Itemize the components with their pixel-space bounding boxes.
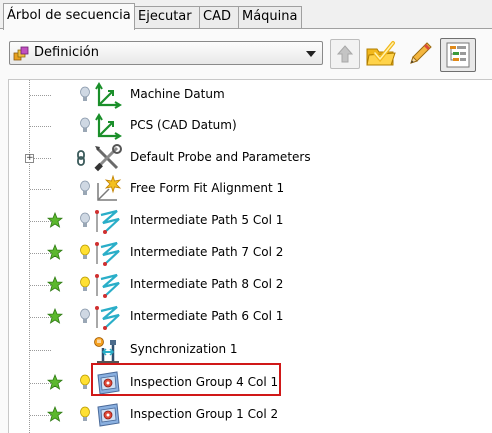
path-icon bbox=[95, 241, 120, 266]
tree-item-label: Intermediate Path 7 Col 2 bbox=[130, 245, 284, 259]
star-icon bbox=[47, 374, 63, 390]
open-folder-button[interactable] bbox=[365, 39, 396, 69]
tree-item-intermediate-path-6-col-1[interactable]: Intermediate Path 6 Col 1 bbox=[9, 302, 492, 333]
lightbulb-on-icon[interactable] bbox=[79, 374, 91, 392]
path-icon bbox=[95, 209, 120, 234]
lightbulb-icon[interactable] bbox=[79, 117, 91, 135]
tree-item-intermediate-path-5-col-1[interactable]: Intermediate Path 5 Col 1 bbox=[9, 206, 492, 237]
tree-item-label: Free Form Fit Alignment 1 bbox=[130, 181, 285, 195]
lightbulb-on-icon[interactable] bbox=[79, 244, 91, 262]
tree-item-label: Intermediate Path 5 Col 1 bbox=[130, 213, 284, 227]
star-icon bbox=[47, 244, 63, 260]
sequence-tree[interactable]: Machine Datum PCS (CAD Datum) + Default … bbox=[8, 79, 492, 433]
star-icon bbox=[47, 276, 63, 292]
definition-icon bbox=[13, 46, 29, 61]
lightbulb-on-icon[interactable] bbox=[79, 406, 91, 424]
move-up-button[interactable] bbox=[330, 39, 360, 69]
tree-branch-line bbox=[30, 350, 52, 351]
tree-item-label: Intermediate Path 8 Col 2 bbox=[130, 277, 284, 291]
expand-toggle[interactable]: + bbox=[25, 154, 34, 163]
chevron-down-icon[interactable] bbox=[306, 51, 316, 57]
view-select-value: Definición bbox=[34, 45, 99, 60]
inspection-group-icon bbox=[97, 403, 120, 427]
tab-ejecutar[interactable]: Ejecutar bbox=[134, 6, 200, 28]
tree-item-machine-datum[interactable]: Machine Datum bbox=[9, 80, 492, 111]
tree-branch-line bbox=[30, 126, 52, 127]
tab-cad[interactable]: CAD bbox=[199, 6, 239, 28]
tree-item-inspection-group-1-col-2[interactable]: Inspection Group 1 Col 2 bbox=[9, 400, 492, 431]
tab-maquina[interactable]: Máquina bbox=[238, 6, 302, 28]
star-icon bbox=[47, 406, 63, 422]
lightbulb-icon[interactable] bbox=[79, 212, 91, 230]
lightbulb-icon[interactable] bbox=[79, 180, 91, 198]
folder-check-icon bbox=[366, 41, 396, 66]
tree-item-label: Synchronization 1 bbox=[130, 342, 238, 356]
tree-item-intermediate-path-7-col-2[interactable]: Intermediate Path 7 Col 2 bbox=[9, 238, 492, 269]
tab-arbol-de-secuencia[interactable]: Árbol de secuencia bbox=[3, 3, 135, 30]
arrow-up-icon bbox=[336, 45, 354, 63]
lightbulb-icon[interactable] bbox=[79, 308, 91, 326]
tree-view-toggle-button[interactable] bbox=[440, 38, 476, 72]
star-icon bbox=[47, 212, 63, 228]
alignment-icon bbox=[97, 175, 122, 201]
tab-bar: Árbol de secuencia Ejecutar CAD Máquina bbox=[0, 0, 492, 30]
tree-branch-line bbox=[30, 189, 52, 190]
tree-item-label: Default Probe and Parameters bbox=[130, 150, 311, 164]
chain-link-icon bbox=[77, 150, 85, 166]
star-icon bbox=[47, 308, 63, 324]
datum-axes-icon bbox=[95, 82, 122, 109]
view-select[interactable]: Definición bbox=[9, 41, 323, 65]
tree-item-intermediate-path-8-col-2[interactable]: Intermediate Path 8 Col 2 bbox=[9, 270, 492, 301]
datum-axes-icon bbox=[95, 113, 122, 140]
pencil-icon bbox=[410, 42, 432, 64]
sequence-tree-panel: Definición Machine Datum PCS (CAD Datum)… bbox=[0, 29, 492, 433]
selection-highlight-box bbox=[91, 363, 281, 396]
edit-button[interactable] bbox=[405, 39, 435, 69]
path-icon bbox=[95, 305, 120, 330]
tree-list-icon bbox=[446, 42, 470, 68]
lightbulb-on-icon[interactable] bbox=[79, 276, 91, 294]
tree-item-free-form-fit-alignment[interactable]: Free Form Fit Alignment 1 bbox=[9, 174, 492, 205]
path-icon bbox=[95, 273, 120, 298]
tree-branch-line bbox=[30, 95, 52, 96]
lightbulb-icon[interactable] bbox=[79, 86, 91, 104]
tree-item-label: PCS (CAD Datum) bbox=[130, 118, 237, 132]
tree-item-label: Machine Datum bbox=[130, 87, 225, 101]
tree-item-label: Inspection Group 1 Col 2 bbox=[130, 407, 279, 421]
tree-item-default-probe[interactable]: + Default Probe and Parameters bbox=[9, 143, 492, 174]
tree-item-synchronization-1[interactable]: Synchronization 1 bbox=[9, 335, 492, 366]
tree-item-pcs-cad-datum[interactable]: PCS (CAD Datum) bbox=[9, 111, 492, 142]
tools-icon bbox=[94, 144, 122, 172]
tree-item-label: Intermediate Path 6 Col 1 bbox=[130, 309, 284, 323]
synchronization-icon bbox=[94, 337, 119, 363]
